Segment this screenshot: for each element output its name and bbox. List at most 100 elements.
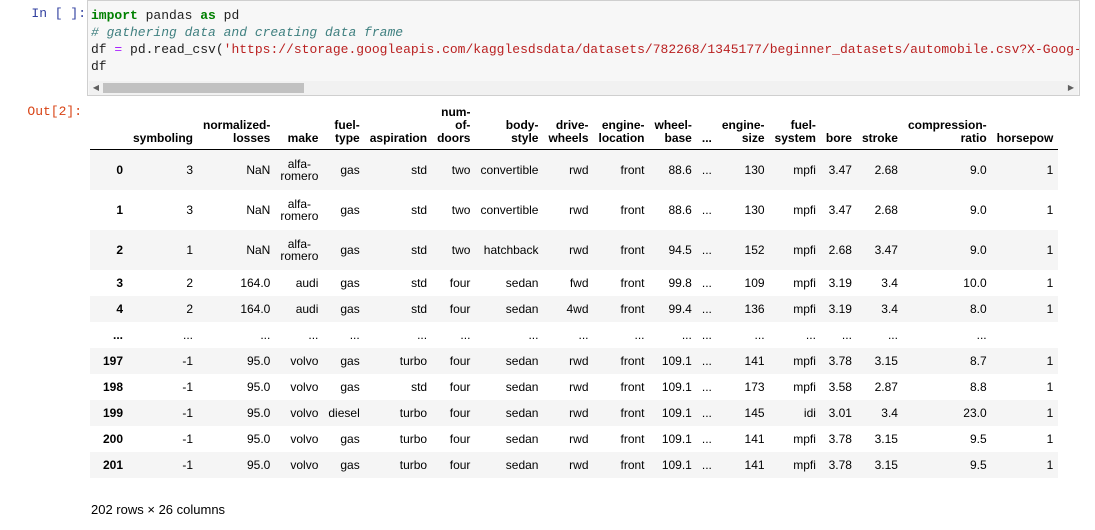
table-cell: front	[620, 406, 645, 420]
table-cell: 3.4	[881, 302, 898, 316]
table-cell: fwd	[569, 276, 589, 290]
column-header: wheel-base	[649, 104, 697, 150]
table-cell: 1	[1046, 380, 1054, 394]
scroll-right-arrow-icon[interactable]: ▶	[1064, 81, 1078, 95]
table-cell: mpfi	[793, 203, 816, 217]
table-cell: 99.4	[668, 302, 692, 316]
table-cell: NaN	[246, 163, 271, 177]
table-cell: ...	[308, 328, 319, 342]
column-header-text: style	[511, 131, 539, 145]
code-keyword-import: import	[91, 8, 138, 23]
table-row: 200 -1 95.0 volvo gas turbo four sedan rwd front 1…	[90, 426, 1058, 452]
table-row: 0 3 NaN alfa-romero gas std two convertible rwd f…	[90, 149, 1059, 191]
table-cell: four	[449, 406, 471, 420]
column-header-text: ...	[701, 131, 712, 145]
horizontal-scrollbar[interactable]: ◀ ▶	[89, 81, 1078, 95]
table-cell: 1	[186, 243, 194, 257]
scroll-left-arrow-icon[interactable]: ◀	[89, 81, 103, 95]
column-header: horsepow	[991, 104, 1059, 150]
column-header: body-style	[475, 104, 544, 150]
column-header-text: location	[598, 131, 645, 145]
table-cell: 2	[186, 276, 194, 290]
table-cell: 95.0	[247, 458, 271, 472]
column-header-text: stroke	[861, 131, 898, 145]
table-cell: 1	[1046, 276, 1054, 290]
table-cell: sedan	[505, 406, 539, 420]
column-header: engine-location	[593, 104, 650, 150]
row-index: 198	[102, 380, 123, 394]
table-cell: 3.01	[828, 406, 852, 420]
table-cell: ...	[701, 203, 712, 217]
table-cell: 95.0	[247, 406, 271, 420]
table-cell: 3.15	[874, 458, 898, 472]
cell-text-line: alfa-	[287, 196, 312, 211]
row-index: 4	[116, 302, 123, 316]
table-cell: four	[449, 432, 471, 446]
table-cell: mpfi	[793, 354, 816, 368]
table-cell: turbo	[399, 354, 428, 368]
table-cell: 130	[744, 203, 765, 217]
table-cell: 3.47	[828, 203, 852, 217]
column-header-text: size	[741, 131, 765, 145]
table-cell: NaN	[246, 243, 271, 257]
table-cell: gas	[340, 302, 360, 316]
column-header: symboling	[128, 104, 199, 150]
code-lhs: df	[91, 42, 115, 57]
column-header-text: base	[664, 131, 692, 145]
table-cell: front	[620, 163, 645, 177]
table-cell: NaN	[246, 203, 271, 217]
code-text[interactable]: import pandas as pd # gathering data and…	[91, 7, 1079, 75]
table-cell: 152	[744, 243, 765, 257]
row-index: 199	[102, 406, 123, 420]
table-cell: diesel	[328, 406, 360, 420]
table-cell: 109.1	[661, 458, 692, 472]
table-cell: 95.0	[247, 380, 271, 394]
table-cell: 9.0	[969, 203, 987, 217]
table-cell: std	[411, 380, 428, 394]
table-cell: 3.78	[828, 432, 852, 446]
column-header-text: symboling	[133, 131, 194, 145]
input-prompt: In [ ]:	[31, 6, 86, 21]
table-cell: two	[451, 203, 471, 217]
table-cell: ...	[701, 302, 712, 316]
column-header-text: wheels	[548, 131, 589, 145]
code-call: pd.read_csv(	[122, 42, 224, 57]
code-module: pandas	[137, 8, 201, 23]
table-cell: -1	[182, 432, 194, 446]
table-cell: 109.1	[661, 380, 692, 394]
dataframe-shape-footer: 202 rows × 26 columns	[91, 502, 226, 517]
table-cell: sedan	[505, 458, 539, 472]
table-row: 199 -1 95.0 volvo diesel turbo four sedan rwd fro…	[90, 400, 1059, 426]
table-cell: ...	[528, 328, 539, 342]
table-cell: sedan	[505, 354, 539, 368]
column-header: fuel-system	[769, 104, 821, 150]
table-cell: 1	[1046, 458, 1054, 472]
table-cell: 164.0	[240, 276, 271, 290]
table-cell: ...	[417, 328, 428, 342]
table-cell: front	[620, 354, 645, 368]
table-cell: ...	[681, 328, 692, 342]
table-cell: volvo	[290, 354, 319, 368]
table-cell: ...	[349, 328, 360, 342]
table-cell: rwd	[569, 432, 589, 446]
table-cell: -1	[182, 458, 194, 472]
output-prompt: Out[2]:	[27, 104, 82, 119]
table-cell: 88.6	[668, 163, 692, 177]
row-index: 1	[116, 203, 123, 217]
table-cell: -1	[182, 406, 194, 420]
column-header: aspiration	[364, 104, 433, 150]
column-header: fuel-type	[323, 104, 365, 150]
scrollbar-thumb[interactable]	[103, 83, 304, 93]
table-cell: 141	[744, 458, 765, 472]
table-cell: alfa-romero	[275, 150, 323, 191]
table-cell: 3.47	[828, 163, 852, 177]
code-cell-editor[interactable]: import pandas as pd # gathering data and…	[87, 0, 1080, 96]
table-cell: mpfi	[793, 432, 816, 446]
table-cell: ...	[701, 380, 712, 394]
table-cell: std	[411, 276, 428, 290]
table-cell: four	[449, 380, 471, 394]
table-cell: ...	[701, 432, 712, 446]
table-cell: 130	[744, 163, 765, 177]
table-cell: volvo	[290, 380, 319, 394]
code-alias: pd	[215, 8, 240, 23]
